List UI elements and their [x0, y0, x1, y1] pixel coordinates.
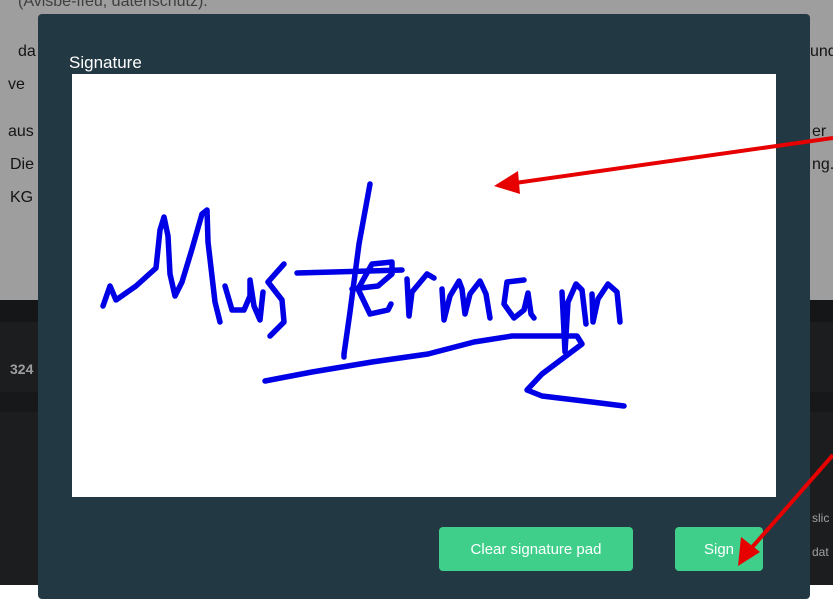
clear-signature-button[interactable]: Clear signature pad: [439, 527, 633, 571]
sign-button[interactable]: Sign: [675, 527, 763, 571]
modal-title: Signature: [69, 53, 142, 72]
signature-pad[interactable]: [72, 74, 776, 497]
signature-modal: Signature Clear signature pad Sign: [38, 14, 810, 599]
handwritten-signature: [100, 181, 627, 409]
